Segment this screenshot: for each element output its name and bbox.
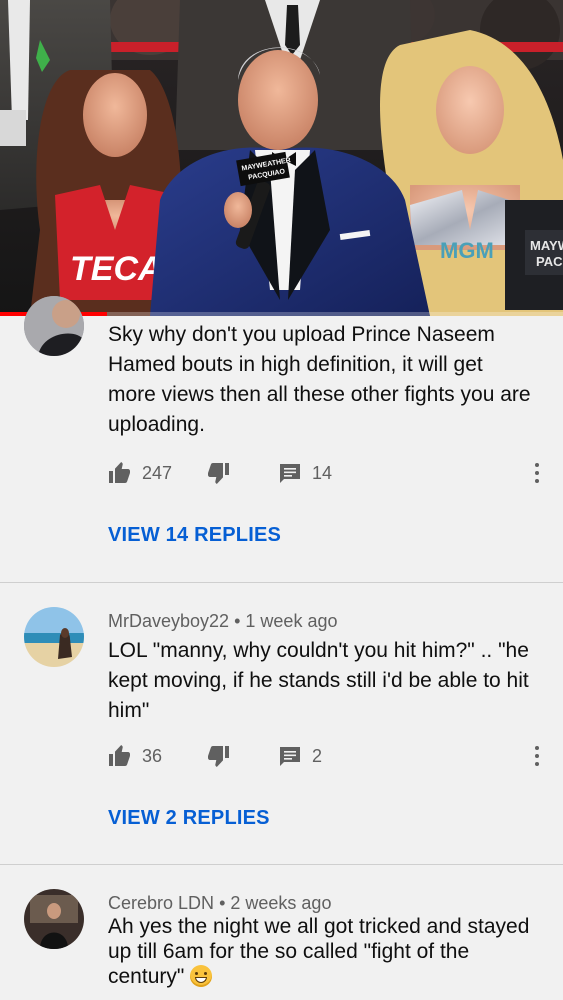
meta-separator: • <box>219 893 226 913</box>
comment-meta: MrDaveyboy22 • 1 week ago <box>108 611 337 632</box>
like-count: 247 <box>142 462 173 483</box>
comment-text-line: kept moving, if he stands still i'd be a… <box>108 669 529 692</box>
comment-age: 2 weeks ago <box>230 893 332 913</box>
comment-text-line: him" <box>108 699 150 722</box>
comment-text-line: uploading. <box>108 413 205 436</box>
reply-button[interactable]: 14 <box>278 458 332 488</box>
avatar[interactable] <box>24 296 84 356</box>
thumbs-up-icon <box>109 745 130 766</box>
mgm-logo: MGM <box>440 238 494 263</box>
comment-actions: 247 14 <box>108 458 548 488</box>
view-replies-link[interactable]: VIEW 2 REPLIES <box>108 807 270 830</box>
camera-sign-top: MAYW <box>530 238 563 253</box>
more-vertical-icon[interactable] <box>532 461 542 485</box>
thumbs-down-icon <box>208 463 229 484</box>
comment-text-line: Ah yes the night we all got tricked and … <box>108 915 530 938</box>
thumbs-down-icon <box>208 746 229 767</box>
dislike-button[interactable] <box>206 741 230 771</box>
comment-text-line: century" <box>108 965 185 988</box>
comment-item: Cerebro LDN • 2 weeks ago Ah yes the nig… <box>0 865 563 1000</box>
comment-text-line: up till 6am for the so called "fight of … <box>108 940 470 963</box>
avatar-photo <box>24 889 84 949</box>
comment-age: 1 week ago <box>245 611 338 631</box>
video-player[interactable]: TECATE MGM MAYW PAC MAYWEATHER PACQUIAO <box>0 0 563 316</box>
comment-text-line: LOL "manny, why couldn't you hit him?" .… <box>108 639 529 662</box>
video-frame: TECATE MGM MAYW PAC MAYWEATHER PACQUIAO <box>0 0 563 316</box>
thumbs-up-icon <box>109 462 130 483</box>
like-button[interactable]: 247 <box>108 458 172 488</box>
comment-text: Sky why don't you upload Prince Naseem H… <box>108 320 538 440</box>
comment-author[interactable]: MrDaveyboy22 <box>108 611 229 631</box>
comment-text: LOL "manny, why couldn't you hit him?" .… <box>108 636 538 726</box>
reply-count: 14 <box>312 462 333 483</box>
avatar[interactable] <box>24 889 84 949</box>
comments-list: Sky why don't you upload Prince Naseem H… <box>0 296 563 1000</box>
comment-text-line: Sky why don't you upload Prince Naseem <box>108 323 495 346</box>
reply-button[interactable]: 2 <box>278 741 322 771</box>
like-button[interactable]: 36 <box>108 741 162 771</box>
camera-sign-bottom: PAC <box>536 254 563 269</box>
comment-icon <box>280 747 300 766</box>
more-vertical-icon[interactable] <box>532 744 542 768</box>
avatar-photo <box>24 607 84 667</box>
reply-count: 2 <box>312 745 323 766</box>
comment-meta: Cerebro LDN • 2 weeks ago <box>108 893 331 914</box>
comment-text-line: Hamed bouts in high definition, it will … <box>108 353 483 376</box>
dislike-button[interactable] <box>206 458 230 488</box>
avatar-photo <box>24 296 84 356</box>
comment-text-line: more views then all these other fights y… <box>108 383 531 406</box>
comment-item: MrDaveyboy22 • 1 week ago LOL "manny, wh… <box>0 583 563 865</box>
meta-separator: • <box>234 611 241 631</box>
like-count: 36 <box>142 745 163 766</box>
comment-actions: 36 2 <box>108 741 548 771</box>
grinning-sweat-emoji <box>190 965 213 987</box>
avatar[interactable] <box>24 607 84 667</box>
comment-author[interactable]: Cerebro LDN <box>108 893 214 913</box>
comment-item: Sky why don't you upload Prince Naseem H… <box>0 296 563 583</box>
comment-text: Ah yes the night we all got tricked and … <box>108 914 538 989</box>
comment-icon <box>280 464 300 483</box>
view-replies-link[interactable]: VIEW 14 REPLIES <box>108 524 281 547</box>
